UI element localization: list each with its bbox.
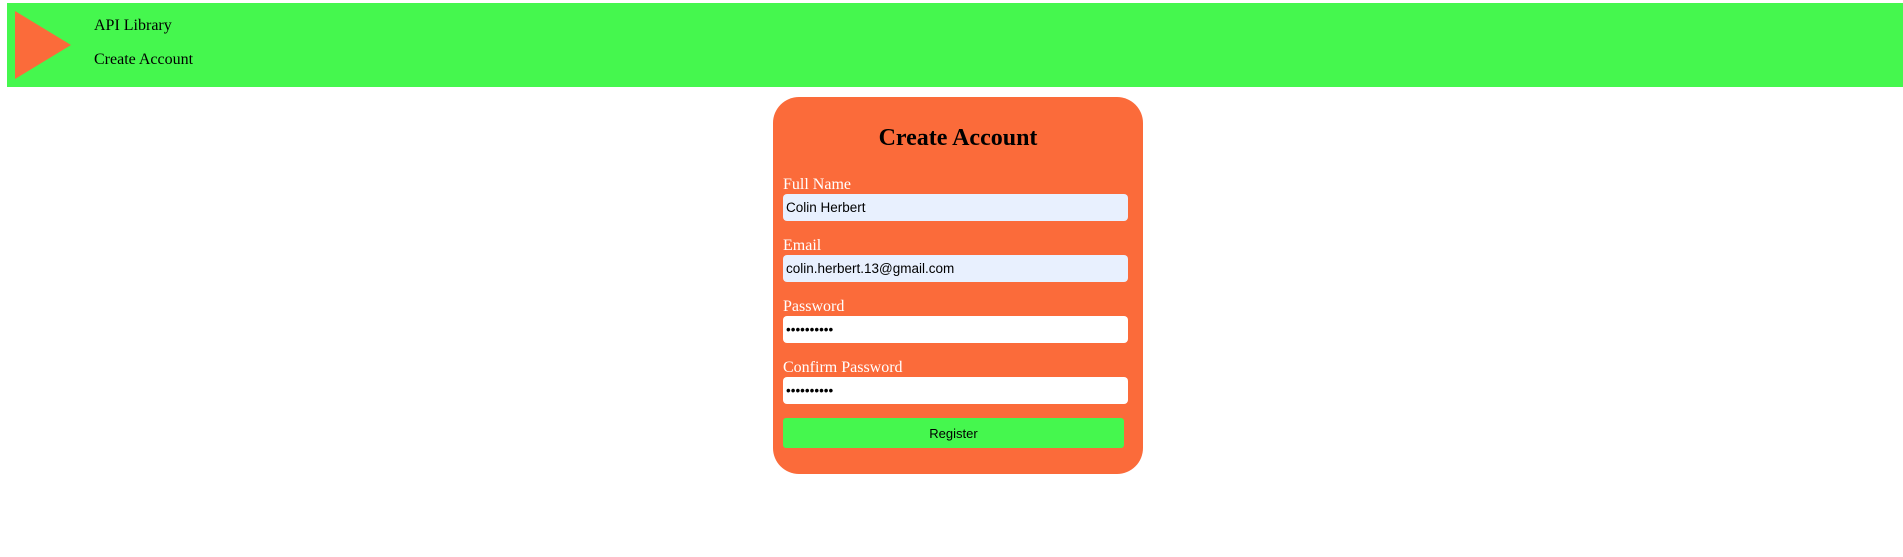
- email-field-group: Email: [783, 237, 1128, 282]
- email-input[interactable]: [783, 255, 1128, 282]
- full-name-label: Full Name: [783, 176, 851, 193]
- confirm-password-label: Confirm Password: [783, 359, 903, 376]
- page: API Library Create Account Create Accoun…: [0, 0, 1903, 557]
- confirm-password-field-group: Confirm Password: [783, 359, 1128, 404]
- password-field-group: Password: [783, 298, 1128, 343]
- create-account-card: Create Account Full Name Email Password …: [773, 97, 1143, 474]
- password-input[interactable]: [783, 316, 1128, 343]
- full-name-field-group: Full Name: [783, 176, 1128, 221]
- register-button[interactable]: Register: [783, 418, 1124, 448]
- nav-link-api-library[interactable]: API Library: [94, 17, 193, 35]
- email-label: Email: [783, 237, 822, 254]
- full-name-input[interactable]: [783, 194, 1128, 221]
- confirm-password-input[interactable]: [783, 377, 1128, 404]
- nav-link-create-account[interactable]: Create Account: [94, 51, 193, 69]
- password-label: Password: [783, 298, 845, 315]
- navbar: API Library Create Account: [7, 3, 1903, 87]
- form-title: Create Account: [878, 125, 1038, 151]
- nav-links: API Library Create Account: [94, 17, 193, 85]
- play-triangle-icon[interactable]: [15, 11, 71, 79]
